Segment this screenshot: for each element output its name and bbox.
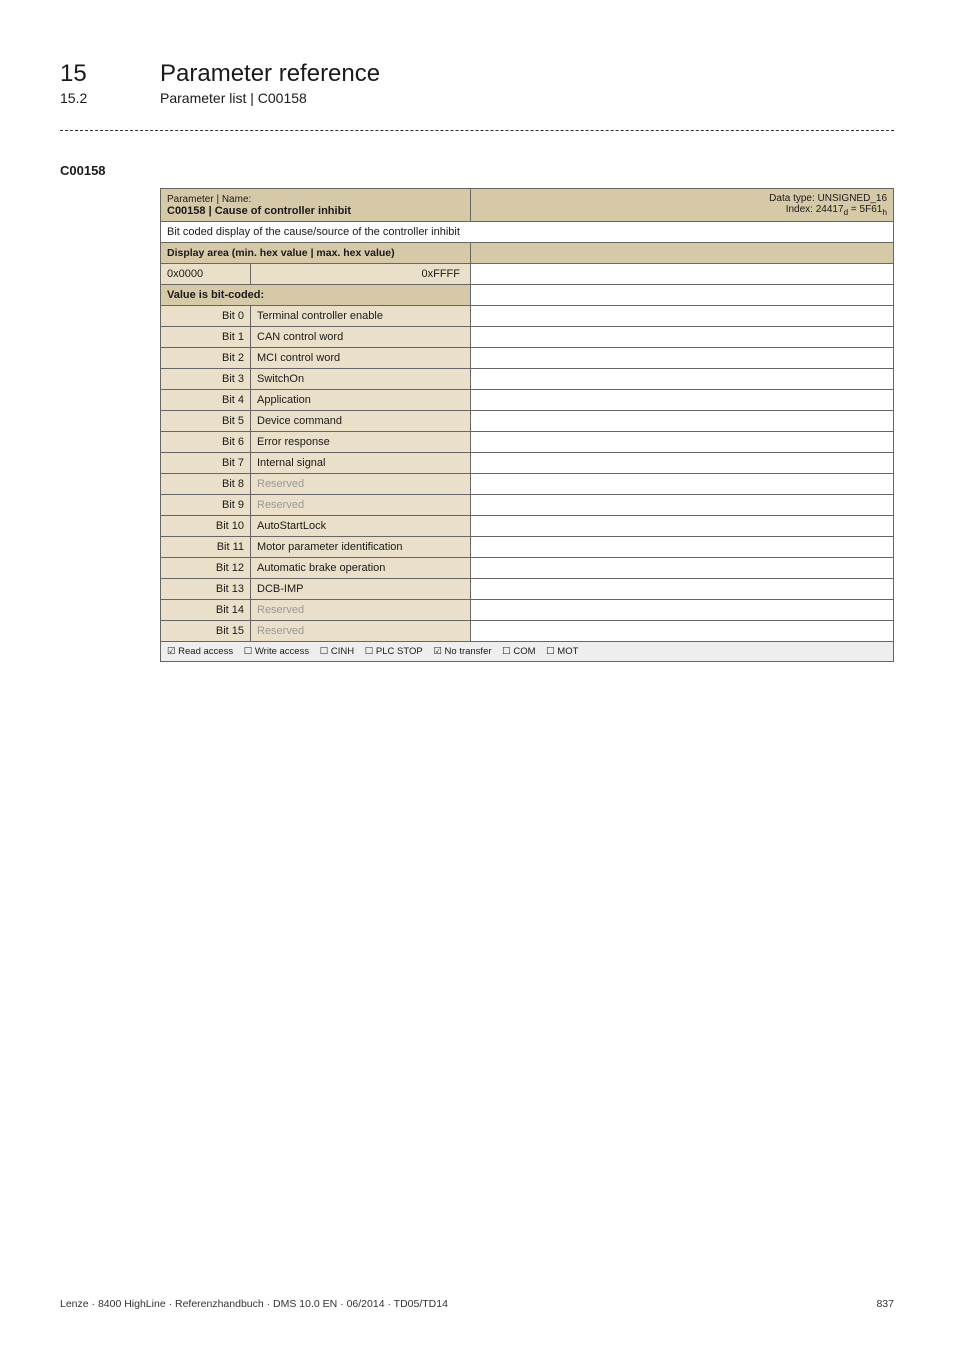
bit-row: Bit 13DCB-IMP: [161, 579, 894, 600]
bit-empty-cell: [471, 390, 894, 411]
bit-empty-cell: [471, 453, 894, 474]
chapter-title: Parameter reference: [160, 60, 380, 88]
bit-description: Automatic brake operation: [251, 558, 471, 579]
bit-row: Bit 10AutoStartLock: [161, 516, 894, 537]
bit-description: AutoStartLock: [251, 516, 471, 537]
bit-row: Bit 3SwitchOn: [161, 369, 894, 390]
bit-label: Bit 0: [161, 306, 251, 327]
bit-label: Bit 14: [161, 600, 251, 621]
bit-row: Bit 9Reserved: [161, 495, 894, 516]
bit-row: Bit 2MCI control word: [161, 348, 894, 369]
bit-label: Bit 13: [161, 579, 251, 600]
bit-label: Bit 9: [161, 495, 251, 516]
chapter-heading: 15 Parameter reference: [60, 60, 894, 88]
bit-label: Bit 2: [161, 348, 251, 369]
parameter-table: Parameter | Name: C00158 | Cause of cont…: [160, 188, 894, 662]
bit-empty-cell: [471, 537, 894, 558]
bit-label: Bit 12: [161, 558, 251, 579]
bit-empty-cell: [471, 348, 894, 369]
bitcoded-label: Value is bit-coded:: [161, 285, 471, 306]
bit-description: Reserved: [251, 474, 471, 495]
bit-description: Reserved: [251, 600, 471, 621]
display-area-row: Display area (min. hex value | max. hex …: [161, 243, 894, 264]
bit-label: Bit 15: [161, 621, 251, 642]
access-plc: ☐ PLC STOP: [365, 646, 423, 657]
bit-label: Bit 1: [161, 327, 251, 348]
divider-dashed: [60, 130, 894, 131]
bit-label: Bit 3: [161, 369, 251, 390]
hex-max: 0xFFFF: [251, 264, 471, 285]
bit-description: Reserved: [251, 495, 471, 516]
bit-description: Motor parameter identification: [251, 537, 471, 558]
bit-row: Bit 4Application: [161, 390, 894, 411]
footer-left: Lenze · 8400 HighLine · Referenzhandbuch…: [60, 1298, 448, 1310]
bit-description: MCI control word: [251, 348, 471, 369]
bit-description: Device command: [251, 411, 471, 432]
bit-description: DCB-IMP: [251, 579, 471, 600]
subchapter-number: 15.2: [60, 90, 120, 106]
bit-description: SwitchOn: [251, 369, 471, 390]
data-type-line: Data type: UNSIGNED_16: [477, 193, 887, 204]
bit-empty-cell: [471, 600, 894, 621]
bit-label: Bit 10: [161, 516, 251, 537]
page-footer: Lenze · 8400 HighLine · Referenzhandbuch…: [60, 1298, 894, 1310]
bit-empty-cell: [471, 306, 894, 327]
index-line: Index: 24417d = 5F61h: [477, 204, 887, 217]
bit-row: Bit 14Reserved: [161, 600, 894, 621]
bit-label: Bit 8: [161, 474, 251, 495]
chapter-number: 15: [60, 60, 120, 88]
param-name-main: C00158 | Cause of controller inhibit: [167, 205, 351, 217]
bit-empty-cell: [471, 558, 894, 579]
display-area-label: Display area (min. hex value | max. hex …: [161, 243, 471, 264]
access-mot: ☐ MOT: [546, 646, 578, 657]
bit-row: Bit 11Motor parameter identification: [161, 537, 894, 558]
bit-row: Bit 5Device command: [161, 411, 894, 432]
access-com: ☐ COM: [502, 646, 535, 657]
access-read: ☑ Read access: [167, 646, 233, 657]
bit-row: Bit 15Reserved: [161, 621, 894, 642]
hex-min: 0x0000: [161, 264, 251, 285]
bit-label: Bit 5: [161, 411, 251, 432]
description-text: Bit coded display of the cause/source of…: [161, 222, 894, 243]
access-row: ☑ Read access ☐ Write access ☐ CINH ☐ PL…: [161, 642, 894, 662]
description-row: Bit coded display of the cause/source of…: [161, 222, 894, 243]
subchapter-heading: 15.2 Parameter list | C00158: [60, 90, 894, 106]
bit-row: Bit 0Terminal controller enable: [161, 306, 894, 327]
bit-empty-cell: [471, 369, 894, 390]
bit-row: Bit 7Internal signal: [161, 453, 894, 474]
bit-row: Bit 6Error response: [161, 432, 894, 453]
access-write: ☐ Write access: [244, 646, 309, 657]
bit-label: Bit 7: [161, 453, 251, 474]
hex-value-row: 0x0000 0xFFFF: [161, 264, 894, 285]
bit-empty-cell: [471, 621, 894, 642]
bit-empty-cell: [471, 411, 894, 432]
parameter-code-heading: C00158: [60, 163, 894, 178]
bit-empty-cell: [471, 495, 894, 516]
bit-empty-cell: [471, 579, 894, 600]
bit-description: Terminal controller enable: [251, 306, 471, 327]
bit-empty-cell: [471, 474, 894, 495]
table-header-row: Parameter | Name: C00158 | Cause of cont…: [161, 189, 894, 222]
bit-empty-cell: [471, 327, 894, 348]
bit-label: Bit 11: [161, 537, 251, 558]
bitcoded-header-row: Value is bit-coded:: [161, 285, 894, 306]
bit-description: CAN control word: [251, 327, 471, 348]
bit-row: Bit 1CAN control word: [161, 327, 894, 348]
param-name-label: Parameter | Name:: [167, 194, 464, 205]
bit-label: Bit 6: [161, 432, 251, 453]
bit-empty-cell: [471, 516, 894, 537]
bit-row: Bit 12Automatic brake operation: [161, 558, 894, 579]
bit-description: Error response: [251, 432, 471, 453]
subchapter-title: Parameter list | C00158: [160, 90, 307, 106]
bit-description: Application: [251, 390, 471, 411]
footer-page-number: 837: [876, 1298, 894, 1310]
access-cinh: ☐ CINH: [320, 646, 354, 657]
bit-row: Bit 8Reserved: [161, 474, 894, 495]
bit-description: Reserved: [251, 621, 471, 642]
bit-empty-cell: [471, 432, 894, 453]
bit-description: Internal signal: [251, 453, 471, 474]
access-notransfer: ☑ No transfer: [433, 646, 491, 657]
bit-label: Bit 4: [161, 390, 251, 411]
